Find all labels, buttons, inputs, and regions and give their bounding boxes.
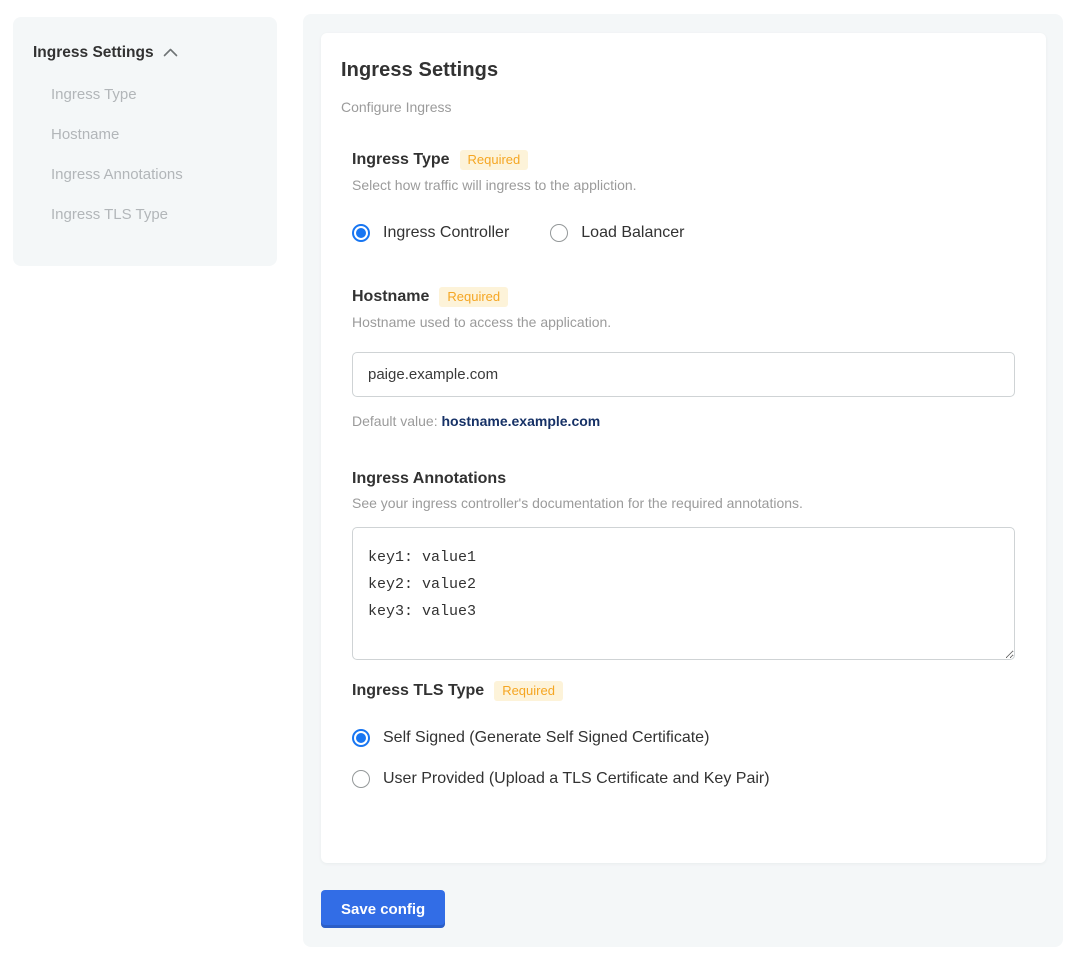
page-title: Ingress Settings (341, 59, 1016, 82)
field-help-hostname: Hostname used to access the application. (352, 314, 1016, 330)
field-label-ingress-annotations: Ingress Annotations (352, 470, 506, 488)
field-hostname: Hostname Required Hostname used to acces… (352, 287, 1016, 429)
chevron-up-icon (163, 44, 178, 62)
app-window: Ingress Settings Ingress Type Hostname I… (0, 0, 1090, 969)
radio-selected-icon (352, 224, 370, 242)
sidebar-item-hostname[interactable]: Hostname (51, 126, 257, 143)
required-badge: Required (460, 150, 529, 170)
field-ingress-type: Ingress Type Required Select how traffic… (352, 150, 1016, 242)
save-config-button[interactable]: Save config (321, 890, 445, 928)
radio-selected-icon (352, 729, 370, 747)
radio-label: Load Balancer (581, 224, 684, 242)
required-badge: Required (439, 287, 508, 307)
sidebar-item-ingress-tls-type[interactable]: Ingress TLS Type (51, 206, 257, 223)
config-nav-sidebar: Ingress Settings Ingress Type Hostname I… (13, 17, 277, 266)
sidebar-item-ingress-type[interactable]: Ingress Type (51, 86, 257, 103)
tls-type-radio-group: Self Signed (Generate Self Signed Certif… (352, 729, 1016, 788)
config-fields: Ingress Type Required Select how traffic… (352, 150, 1016, 788)
radio-ingress-controller[interactable]: Ingress Controller (352, 224, 509, 242)
radio-label: Self Signed (Generate Self Signed Certif… (383, 729, 709, 747)
sidebar-group-ingress-settings[interactable]: Ingress Settings (33, 43, 257, 62)
field-ingress-tls-type: Ingress TLS Type Required Self Signed (G… (352, 681, 1016, 788)
sidebar-item-ingress-annotations[interactable]: Ingress Annotations (51, 166, 257, 183)
config-panel: Ingress Settings Configure Ingress Ingre… (303, 14, 1063, 947)
default-value-text: hostname.example.com (442, 413, 601, 429)
radio-unselected-icon (352, 770, 370, 788)
hostname-input[interactable] (352, 352, 1015, 397)
field-label-ingress-tls-type: Ingress TLS Type (352, 682, 484, 700)
radio-user-provided[interactable]: User Provided (Upload a TLS Certificate … (352, 770, 1016, 788)
field-label-hostname: Hostname (352, 288, 429, 306)
field-help-ingress-type: Select how traffic will ingress to the a… (352, 177, 1016, 193)
ingress-type-radio-group: Ingress Controller Load Balancer (352, 224, 1016, 242)
radio-label: Ingress Controller (383, 224, 509, 242)
hostname-default-line: Default value: hostname.example.com (352, 413, 1016, 429)
page-subtitle: Configure Ingress (341, 99, 1016, 115)
sidebar-group-label: Ingress Settings (33, 44, 154, 62)
field-help-ingress-annotations: See your ingress controller's documentat… (352, 495, 1016, 511)
radio-self-signed[interactable]: Self Signed (Generate Self Signed Certif… (352, 729, 1016, 747)
radio-unselected-icon (550, 224, 568, 242)
radio-label: User Provided (Upload a TLS Certificate … (383, 770, 770, 788)
sidebar-item-list: Ingress Type Hostname Ingress Annotation… (33, 86, 257, 223)
default-value-prefix: Default value: (352, 413, 442, 429)
field-label-ingress-type: Ingress Type (352, 151, 450, 169)
required-badge: Required (494, 681, 563, 701)
field-ingress-annotations: Ingress Annotations See your ingress con… (352, 470, 1016, 660)
radio-load-balancer[interactable]: Load Balancer (550, 224, 684, 242)
ingress-annotations-textarea[interactable]: key1: value1 key2: value2 key3: value3 (352, 527, 1015, 660)
config-card: Ingress Settings Configure Ingress Ingre… (321, 33, 1046, 863)
